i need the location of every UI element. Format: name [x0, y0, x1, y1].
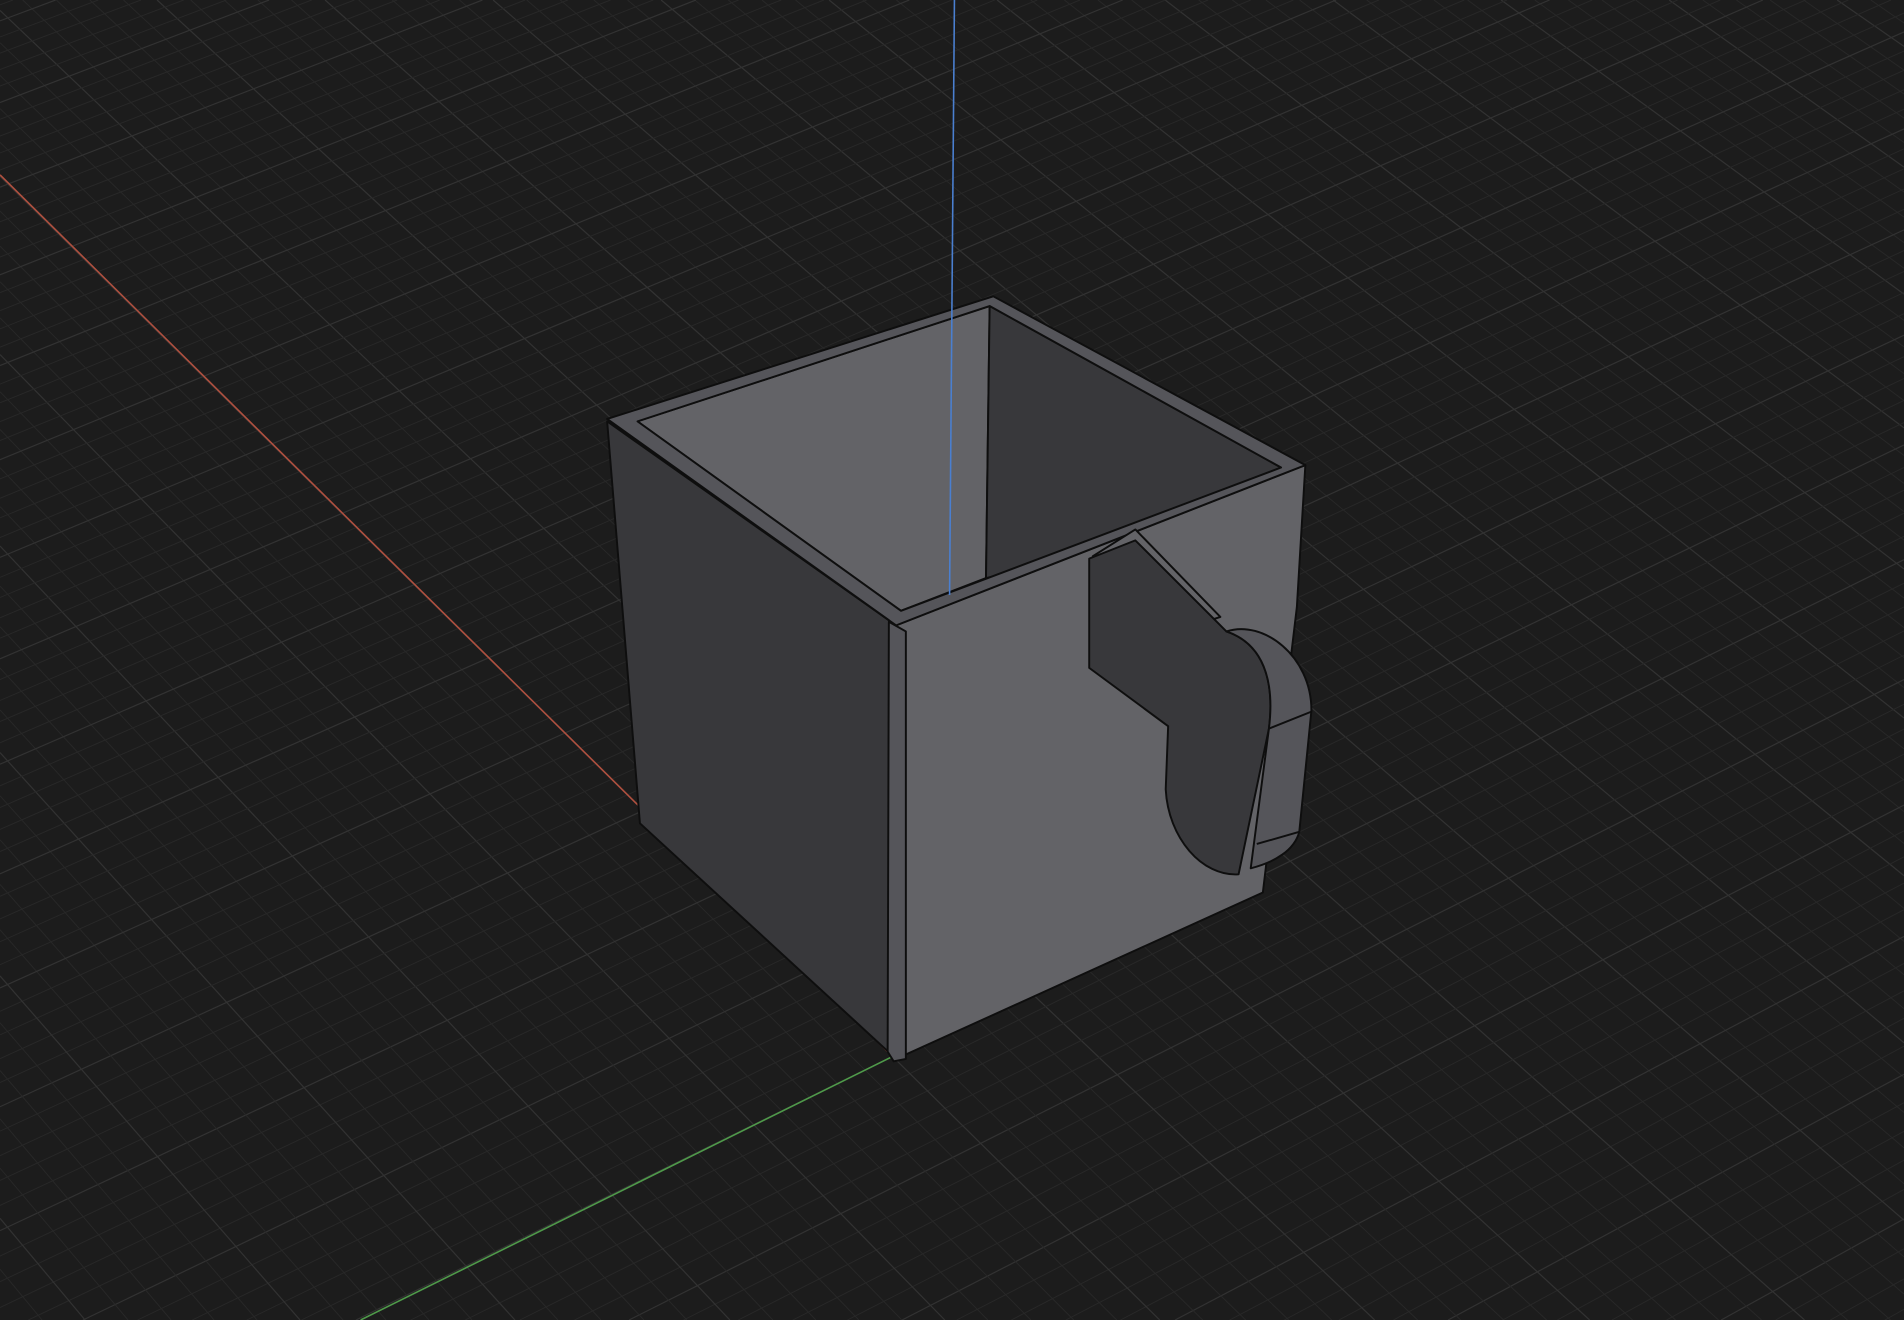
grid-minor-line	[1775, 1248, 1904, 1320]
grid-major-line	[0, 0, 56, 22]
grid-minor-line	[1635, 0, 1904, 193]
mug-model[interactable]	[606, 295, 1313, 1063]
grid-minor-line	[1366, 0, 1904, 401]
grid-minor-line	[0, 1268, 43, 1320]
grid-minor-line	[1265, 0, 1904, 484]
grid-minor-line	[0, 0, 825, 330]
grid-major-line	[0, 975, 301, 1320]
3d-viewport[interactable]	[0, 0, 1904, 1320]
grid-minor-line	[0, 0, 611, 240]
corner-bevel	[886, 620, 907, 1063]
grid-minor-line	[0, 0, 14, 6]
grid-major-line	[0, 0, 697, 276]
grid-minor-line	[1229, 963, 1904, 1320]
grid-minor-line	[1769, 0, 1904, 95]
grid-minor-line	[1502, 1102, 1904, 1320]
grid-major-line	[0, 0, 483, 188]
grid-minor-line	[1702, 0, 1904, 143]
grid-minor-line	[1198, 0, 1904, 541]
grid-major-line	[1332, 0, 1904, 429]
grid-minor-line	[1120, 909, 1904, 1320]
grid-minor-line	[1736, 0, 1904, 119]
grid-minor-line	[0, 0, 398, 154]
grid-minor-line	[0, 0, 569, 223]
grid-major-line	[1174, 935, 1904, 1320]
grid-minor-line	[0, 0, 526, 205]
grid-minor-line	[0, 1118, 172, 1320]
grid-minor-line	[1870, 0, 1904, 24]
grid-minor-line	[1433, 0, 1904, 348]
grid-minor-line	[0, 0, 355, 137]
grid-minor-line	[1568, 0, 1904, 243]
grid-minor-line	[0, 0, 99, 38]
grid-minor-line	[1065, 882, 1904, 1320]
grid-major-line	[0, 752, 516, 1320]
grid-major-line	[0, 1217, 86, 1320]
grid-major-line	[0, 0, 270, 104]
grid-minor-line	[0, 1022, 258, 1320]
grid-minor-line	[1393, 1045, 1904, 1320]
y-axis-line	[360, 1055, 893, 1320]
grid-major-line	[1836, 0, 1904, 47]
grid-minor-line	[0, 839, 430, 1320]
grid-minor-line	[1884, 1308, 1904, 1320]
viewport-canvas[interactable]	[0, 0, 1904, 1320]
grid-minor-line	[1400, 0, 1904, 374]
grid-minor-line	[0, 929, 344, 1320]
grid-minor-line	[1338, 1017, 1904, 1320]
grid-minor-line	[0, 1167, 129, 1320]
grid-minor-line	[0, 709, 559, 1320]
